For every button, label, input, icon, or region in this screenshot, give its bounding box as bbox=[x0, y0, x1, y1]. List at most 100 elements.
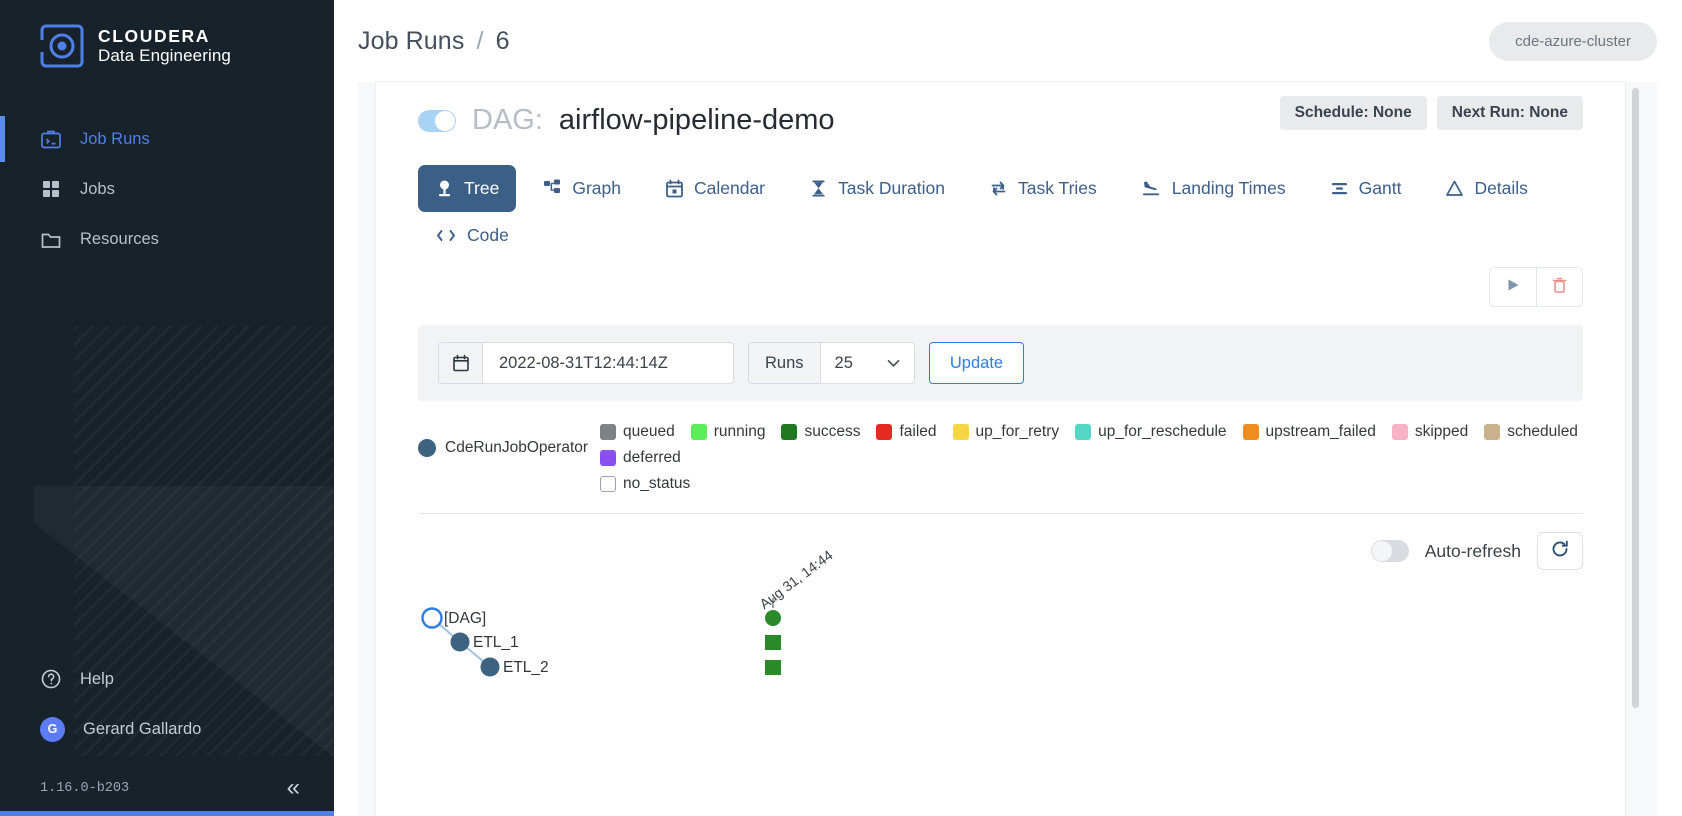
play-icon bbox=[1505, 277, 1521, 298]
status-swatch bbox=[600, 450, 617, 466]
dag-header: DAG: airflow-pipeline-demo Schedule: Non… bbox=[418, 82, 1583, 137]
legend-item-running[interactable]: running bbox=[690, 423, 766, 441]
sidebar-item-label: Resources bbox=[80, 229, 159, 248]
legend-label: scheduled bbox=[1507, 423, 1578, 440]
brand-product: Data Engineering bbox=[98, 46, 231, 66]
legend-label: up_for_reschedule bbox=[1098, 423, 1227, 440]
resources-icon bbox=[40, 228, 62, 250]
main-area: Job Runs / 6 cde-azure-cluster DAG: airf… bbox=[340, 0, 1682, 816]
legend-item-deferred[interactable]: deferred bbox=[600, 449, 681, 467]
refresh-button[interactable] bbox=[1537, 532, 1583, 570]
status-swatch bbox=[690, 424, 707, 440]
sidebar-nav: Job Runs Jobs Resources bbox=[0, 114, 340, 264]
run-date-input[interactable]: 2022-08-31T12:44:14Z bbox=[483, 343, 733, 383]
trigger-dag-button[interactable] bbox=[1490, 268, 1536, 306]
app-version: 1.16.0-b203 bbox=[40, 780, 130, 796]
legend-item-no-status[interactable]: no_status bbox=[600, 475, 1583, 493]
brand-logo[interactable]: CLOUDERA Data Engineering bbox=[0, 0, 340, 68]
tab-calendar[interactable]: Calendar bbox=[648, 165, 782, 212]
legend-item-queued[interactable]: queued bbox=[600, 423, 675, 441]
dag-pause-toggle[interactable] bbox=[418, 109, 456, 132]
legend-item-success[interactable]: success bbox=[781, 423, 860, 441]
operator-legend: CdeRunJobOperator bbox=[418, 423, 588, 457]
app-root: CLOUDERA Data Engineering Job Runs Jobs … bbox=[0, 0, 1682, 816]
tab-label: Gantt bbox=[1358, 178, 1402, 198]
status-swatch bbox=[876, 424, 893, 440]
cluster-badge[interactable]: cde-azure-cluster bbox=[1489, 21, 1657, 61]
legend-label: queued bbox=[623, 423, 675, 440]
sidebar-item-resources[interactable]: Resources bbox=[0, 214, 340, 264]
tab-task-tries[interactable]: Task Tries bbox=[972, 165, 1114, 212]
breadcrumb-root[interactable]: Job Runs bbox=[358, 27, 464, 55]
avatar: G bbox=[40, 716, 65, 742]
legend-item-upstream-failed[interactable]: upstream_failed bbox=[1242, 423, 1376, 441]
tab-label: Calendar bbox=[693, 178, 766, 198]
legend-item-up-for-reschedule[interactable]: up_for_reschedule bbox=[1075, 423, 1227, 441]
auto-refresh-row: Auto-refresh bbox=[418, 532, 1583, 570]
run-filter-bar: 2022-08-31T12:44:14Z Runs 25 Update bbox=[418, 325, 1583, 401]
operator-name: CdeRunJobOperator bbox=[445, 439, 589, 456]
sidebar-help-label: Help bbox=[80, 669, 114, 688]
status-swatch bbox=[952, 424, 969, 440]
legend-item-failed[interactable]: failed bbox=[876, 423, 937, 441]
legend-label: deferred bbox=[623, 449, 681, 466]
calendar-icon[interactable] bbox=[439, 343, 483, 383]
trash-icon bbox=[1551, 276, 1568, 299]
sidebar-item-help[interactable]: Help bbox=[0, 654, 334, 704]
tab-label: Task Tries bbox=[1018, 178, 1097, 198]
legend-label: up_for_retry bbox=[975, 423, 1060, 440]
legend-label: skipped bbox=[1414, 423, 1469, 440]
sidebar-item-job-runs[interactable]: Job Runs bbox=[0, 114, 340, 164]
legend-status-items: queued running success failed up_for_ret… bbox=[600, 423, 1583, 493]
status-swatch bbox=[1075, 424, 1092, 440]
status-swatch bbox=[600, 424, 617, 440]
tree-node-label-dag[interactable]: [DAG] bbox=[444, 610, 486, 628]
runs-count-select[interactable]: 25 bbox=[821, 343, 914, 383]
scrollbar-thumb[interactable] bbox=[1632, 88, 1639, 708]
runs-label: Runs bbox=[749, 343, 821, 383]
delete-dag-button[interactable] bbox=[1536, 268, 1582, 306]
job-runs-icon bbox=[40, 128, 62, 150]
runs-count-value: 25 bbox=[834, 353, 853, 372]
legend-item-skipped[interactable]: skipped bbox=[1391, 423, 1469, 441]
tab-task-duration[interactable]: Task Duration bbox=[792, 165, 962, 212]
update-button[interactable]: Update bbox=[928, 342, 1025, 384]
legend-label: upstream_failed bbox=[1265, 423, 1376, 440]
tab-gantt[interactable]: Gantt bbox=[1313, 165, 1419, 212]
sidebar-item-user[interactable]: G Gerard Gallardo bbox=[0, 704, 334, 754]
dag-actions bbox=[418, 267, 1583, 307]
next-run-badge: Next Run: None bbox=[1436, 96, 1583, 130]
schedule-badge: Schedule: None bbox=[1279, 96, 1427, 130]
status-swatch bbox=[1242, 424, 1259, 440]
refresh-icon bbox=[1550, 539, 1570, 564]
legend-label: running bbox=[713, 423, 766, 440]
dag-prefix-label: DAG: bbox=[472, 104, 543, 136]
sidebar-accent-bar bbox=[0, 811, 334, 816]
chevron-double-left-icon[interactable]: « bbox=[287, 776, 300, 800]
tab-graph[interactable]: Graph bbox=[526, 165, 638, 212]
status-swatch bbox=[600, 476, 617, 492]
sidebar-item-label: Jobs bbox=[80, 179, 115, 198]
chevron-down-icon bbox=[887, 354, 900, 373]
legend-label: success bbox=[804, 423, 861, 440]
tab-code[interactable]: Code bbox=[418, 212, 526, 259]
legend-item-up-for-retry[interactable]: up_for_retry bbox=[952, 423, 1060, 441]
tree-node-label-etl-2[interactable]: ETL_2 bbox=[503, 659, 549, 677]
tab-details[interactable]: Details bbox=[1428, 165, 1545, 212]
tab-landing-times[interactable]: Landing Times bbox=[1124, 165, 1303, 212]
legend-label: no_status bbox=[623, 475, 691, 492]
tab-label: Tree bbox=[464, 178, 500, 198]
tab-label: Details bbox=[1474, 178, 1528, 198]
legend-item-scheduled[interactable]: scheduled bbox=[1484, 423, 1578, 441]
sidebar-item-label: Job Runs bbox=[80, 129, 150, 148]
cloudera-logo-icon bbox=[40, 24, 84, 68]
breadcrumb: Job Runs / 6 bbox=[358, 27, 510, 56]
dag-view-tabs: Tree Graph Calendar Task Duration Task T… bbox=[418, 165, 1578, 259]
sidebar-item-jobs[interactable]: Jobs bbox=[0, 164, 340, 214]
auto-refresh-toggle[interactable] bbox=[1370, 540, 1409, 562]
tab-tree[interactable]: Tree bbox=[418, 165, 517, 212]
tree-node-label-etl-1[interactable]: ETL_1 bbox=[473, 634, 519, 652]
panel-scrollbar[interactable] bbox=[1632, 88, 1639, 810]
tab-label: Task Duration bbox=[838, 178, 946, 198]
status-swatch bbox=[1484, 424, 1501, 440]
